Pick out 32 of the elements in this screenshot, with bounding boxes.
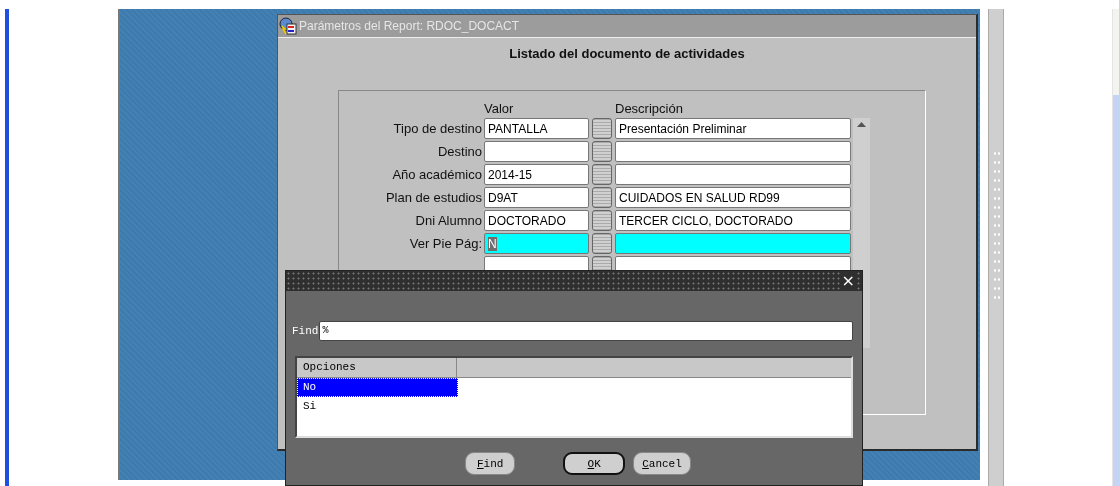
- find-label: Find: [292, 325, 319, 337]
- value-field[interactable]: 2014-15: [484, 164, 589, 185]
- column-header: Valor: [484, 101, 515, 116]
- field-label: Ver Pie Pág:: [408, 236, 483, 251]
- field-label: Tipo de destino: [392, 121, 483, 136]
- close-button[interactable]: ×: [839, 271, 857, 291]
- description-field[interactable]: [615, 233, 851, 254]
- description-field[interactable]: [615, 141, 851, 162]
- description-field[interactable]: CUIDADOS EN SALUD RD99: [615, 187, 851, 208]
- field-label: Año académico: [391, 167, 483, 182]
- field-label: Dni Alumno: [414, 213, 483, 228]
- find-field[interactable]: %: [319, 321, 853, 341]
- list-item[interactable]: No: [297, 378, 458, 397]
- value-field[interactable]: N: [484, 233, 589, 254]
- list-item[interactable]: Si: [297, 397, 458, 416]
- description-field[interactable]: [615, 164, 851, 185]
- window-title: Parámetros del Report: RDOC_DOCACT: [299, 19, 520, 33]
- dialog-button[interactable]: OK: [563, 452, 626, 475]
- column-header: Opciones: [297, 358, 457, 377]
- field-label: Destino: [436, 144, 483, 159]
- form-heading: Listado del documento de actividades: [508, 46, 746, 61]
- description-field[interactable]: TERCER CICLO, DOCTORADO: [615, 210, 851, 231]
- dialog-button[interactable]: Cancel: [633, 452, 691, 475]
- splitter-handle[interactable]: [988, 9, 1004, 486]
- value-field[interactable]: D9AT: [484, 187, 589, 208]
- description-field[interactable]: Presentación Preliminar: [615, 118, 851, 139]
- value-field[interactable]: PANTALLA: [484, 118, 589, 139]
- value-field[interactable]: DOCTORADO: [484, 210, 589, 231]
- dialog-button[interactable]: Find: [465, 452, 516, 475]
- value-field[interactable]: [484, 141, 589, 162]
- column-header: Descripción: [615, 101, 684, 116]
- field-label: Plan de estudios: [384, 190, 483, 205]
